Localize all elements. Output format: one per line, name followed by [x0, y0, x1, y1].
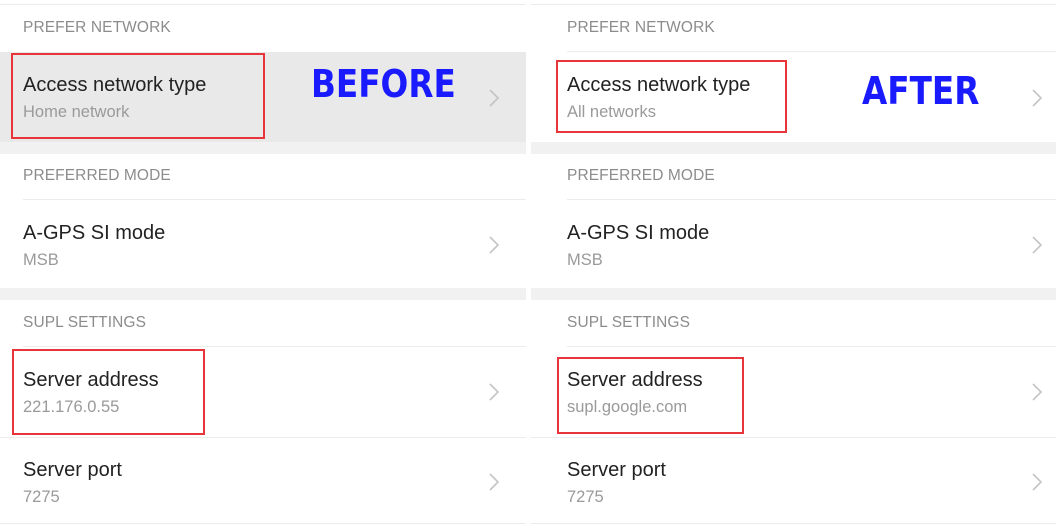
- server-address-row[interactable]: Server address supl.google.com: [531, 347, 1056, 437]
- access-network-type-value: Home network: [23, 103, 130, 121]
- chevron-right-icon: [488, 88, 500, 108]
- agps-si-mode-title: A-GPS SI mode: [567, 222, 710, 244]
- server-port-title: Server port: [23, 459, 122, 481]
- divider: [0, 523, 526, 524]
- section-header-preferred-mode: PREFERRED MODE: [567, 167, 715, 184]
- agps-si-mode-row[interactable]: A-GPS SI mode MSB: [531, 200, 1056, 288]
- top-divider: [531, 4, 1056, 5]
- before-annotation-label: BEFORE: [311, 62, 456, 106]
- agps-si-mode-value: MSB: [23, 251, 59, 269]
- server-port-row[interactable]: Server port 7275: [531, 438, 1056, 524]
- section-header-supl-settings: SUPL SETTINGS: [567, 314, 691, 331]
- section-separator: [531, 142, 1056, 154]
- agps-si-mode-row[interactable]: A-GPS SI mode MSB: [0, 200, 526, 288]
- server-port-title: Server port: [567, 459, 666, 481]
- access-network-type-value: All networks: [567, 103, 656, 121]
- section-header-preferred-mode: PREFERRED MODE: [23, 167, 171, 184]
- chevron-right-icon: [1031, 382, 1043, 402]
- chevron-right-icon: [1031, 235, 1043, 255]
- after-panel: PREFER NETWORK Access network type All n…: [531, 0, 1056, 526]
- section-header-supl-settings: SUPL SETTINGS: [23, 314, 147, 331]
- server-address-title: Server address: [567, 369, 703, 391]
- access-network-type-title: Access network type: [23, 74, 207, 96]
- chevron-right-icon: [1031, 472, 1043, 492]
- chevron-right-icon: [488, 382, 500, 402]
- section-header-prefer-network: PREFER NETWORK: [23, 19, 171, 36]
- chevron-right-icon: [1031, 88, 1043, 108]
- section-separator: [531, 288, 1056, 300]
- before-panel: PREFER NETWORK Access network type Home …: [0, 0, 526, 526]
- server-address-value: supl.google.com: [567, 398, 688, 416]
- agps-si-mode-title: A-GPS SI mode: [23, 222, 166, 244]
- section-header-prefer-network: PREFER NETWORK: [567, 19, 715, 36]
- divider: [531, 523, 1056, 524]
- section-separator: [0, 142, 526, 154]
- server-address-title: Server address: [23, 369, 159, 391]
- chevron-right-icon: [488, 235, 500, 255]
- server-port-value: 7275: [23, 488, 60, 506]
- access-network-type-title: Access network type: [567, 74, 751, 96]
- server-port-row[interactable]: Server port 7275: [0, 438, 526, 524]
- server-port-value: 7275: [567, 488, 604, 506]
- section-separator: [0, 288, 526, 300]
- top-divider: [0, 4, 526, 5]
- after-annotation-label: AFTER: [862, 69, 980, 113]
- server-address-value: 221.176.0.55: [23, 398, 120, 416]
- agps-si-mode-value: MSB: [567, 251, 603, 269]
- server-address-row[interactable]: Server address 221.176.0.55: [0, 347, 526, 437]
- chevron-right-icon: [488, 472, 500, 492]
